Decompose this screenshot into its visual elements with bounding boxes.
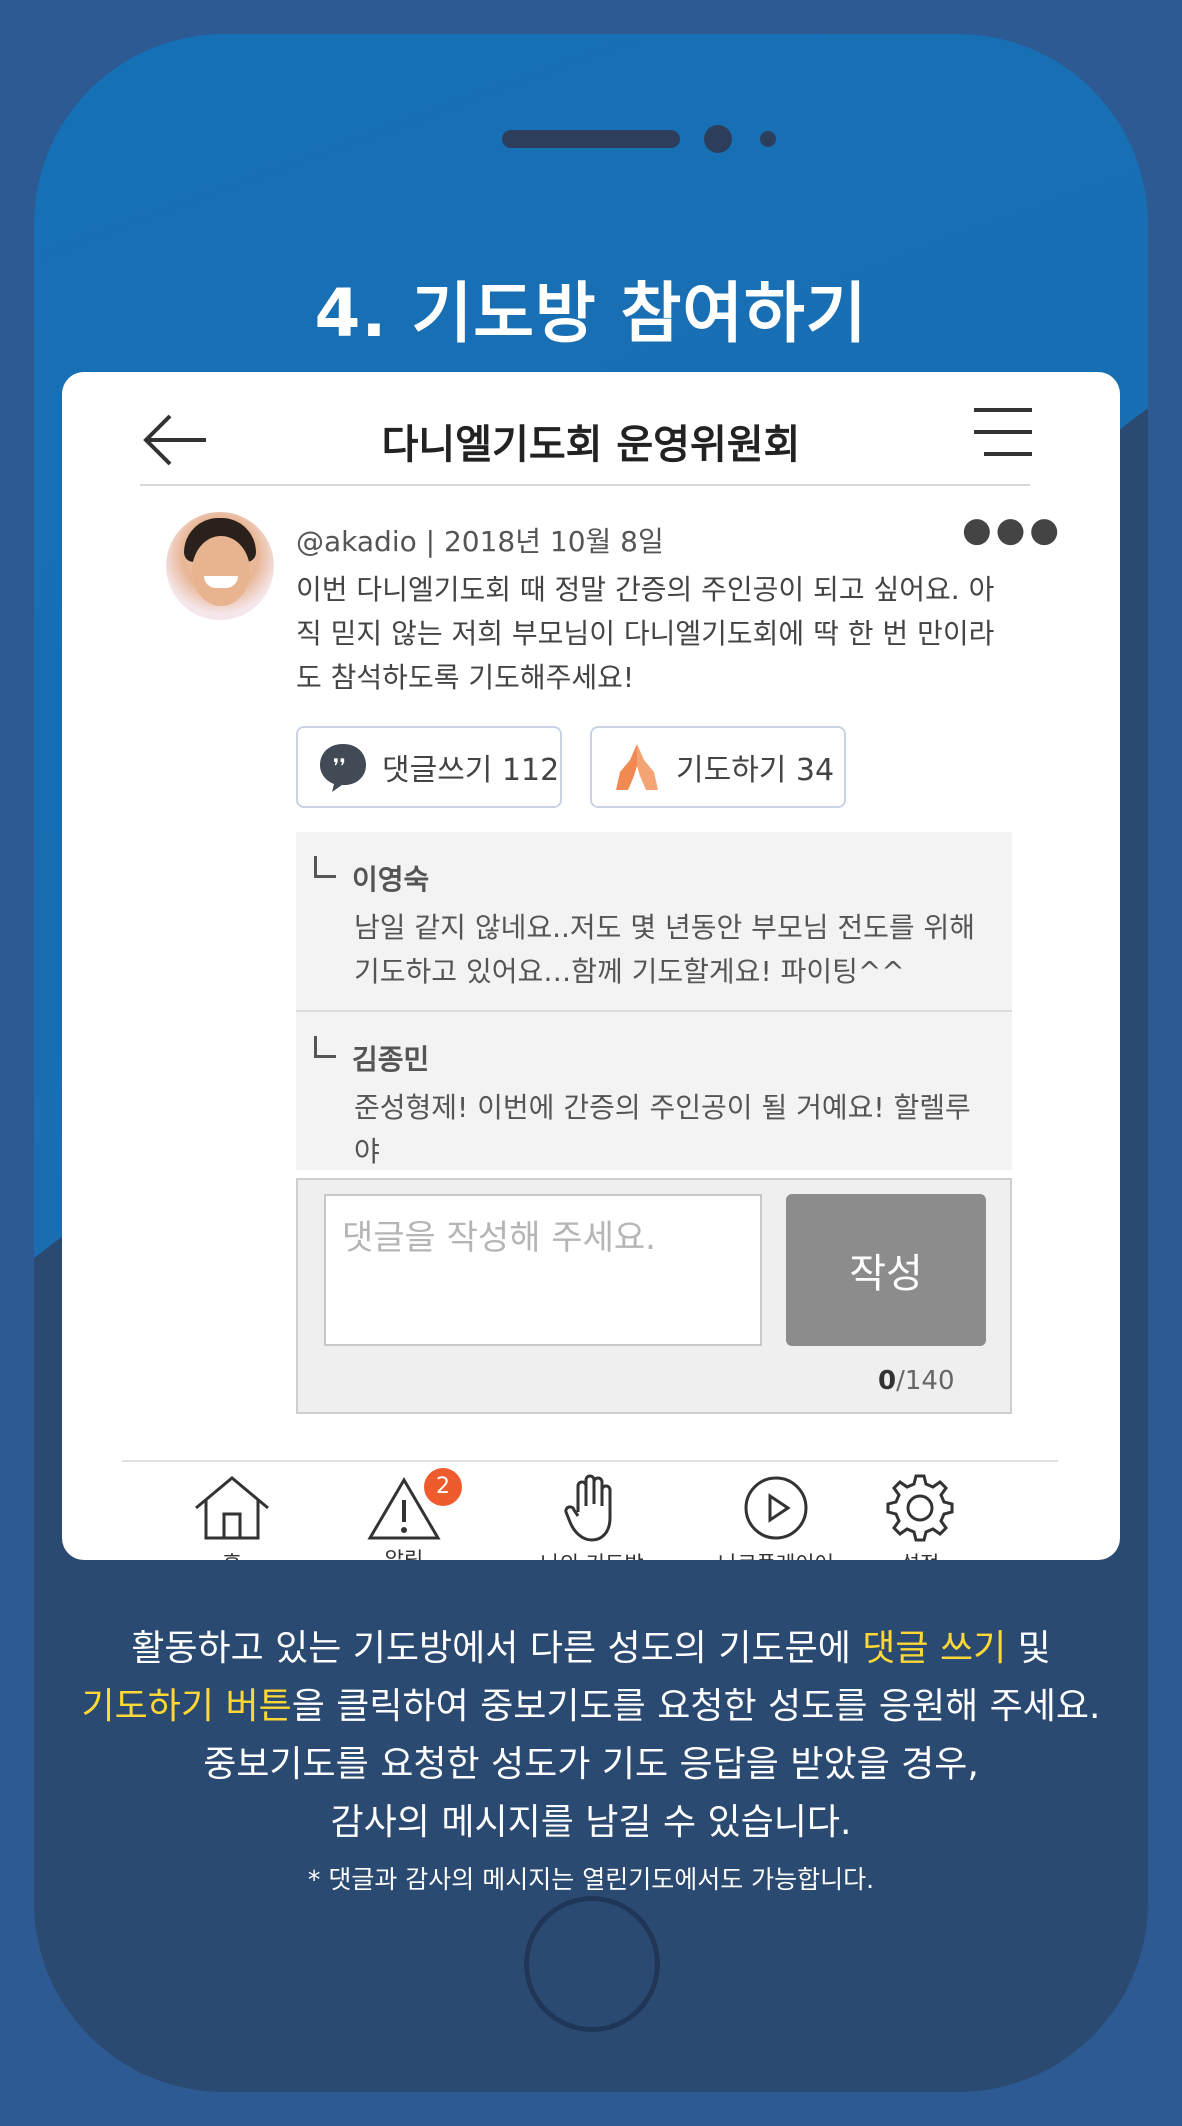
list-item: 김종민 준성형제! 이번에 간증의 주인공이 될 거예요! 할렐루야 [296,1012,1012,1170]
back-arrow-icon[interactable] [140,410,212,470]
reply-arrow-icon [314,1036,336,1058]
comment-button[interactable]: ❜❜ 댓글쓰기 112 [296,726,562,808]
tab-home[interactable]: 홈 [162,1472,302,1560]
pray-button-label: 기도하기 34 [676,753,835,788]
instruction-caption: 활동하고 있는 기도방에서 다른 성도의 기도문에 댓글 쓰기 및 기도하기 버… [34,1620,1148,1896]
reply-arrow-icon [314,856,336,878]
avatar[interactable] [166,512,274,620]
reply-author: 이영숙 [352,863,430,896]
home-icon [195,1476,269,1540]
tab-label: 설정 [850,1548,990,1560]
camera-icon [704,125,732,153]
post-meta: @akadio | 2018년 10월 8일 [296,525,664,558]
char-counter: 0/140 [878,1366,954,1396]
tab-label: 나로플레이어 [676,1548,876,1560]
alert-icon-wrap: 2 [364,1468,462,1544]
svg-text:❜❜: ❜❜ [333,754,346,778]
comment-bubble-icon: ❜❜ [320,744,366,792]
pray-button[interactable]: 기도하기 34 [590,726,846,808]
tab-settings[interactable]: 설정 [850,1472,990,1560]
praying-hands-icon [616,744,658,790]
caption-text: 활동하고 있는 기도방에서 다른 성도의 기도문에 [131,1628,863,1669]
header-divider [140,484,1030,486]
comment-button-label: 댓글쓰기 112 [382,753,560,788]
gear-icon [886,1474,954,1542]
comment-input[interactable] [324,1194,762,1346]
tab-label: 알림 [384,1548,424,1560]
praying-hand-icon [564,1474,612,1542]
sensor-icon [760,131,776,147]
submit-comment-button[interactable]: 작성 [786,1194,986,1346]
post-body: 이번 다니엘기도회 때 정말 간증의 주인공이 되고 싶어요. 아직 믿지 않는… [296,573,995,694]
phone-frame: 4. 기도방 참여하기 다니엘기도회 운영위원회 @akadio | 2018년… [34,34,1148,2092]
notification-badge: 2 [424,1468,462,1506]
caption-highlight: 기도하기 버튼 [81,1686,292,1727]
tab-naro-player[interactable]: 나로플레이어 [676,1472,876,1560]
play-icon [744,1476,808,1540]
speaker-slot [502,130,680,148]
char-max: /140 [896,1366,955,1396]
caption-line-3: 중보기도를 요청한 성도가 기도 응답을 받았을 경우, [203,1744,979,1785]
tab-alert[interactable]: 2 알림 [334,1468,474,1560]
tab-my-prayer-room[interactable]: 나의 기도방 [502,1472,682,1560]
comment-composer: 작성 0/140 [296,1178,1012,1414]
app-screen: 다니엘기도회 운영위원회 @akadio | 2018년 10월 8일 ●●● … [62,372,1120,1560]
caption-text: 및 [1006,1628,1051,1669]
reply-text: 남일 같지 않네요..저도 몇 년동안 부모님 전도를 위해 기도하고 있어요…… [354,911,976,988]
char-count: 0 [878,1366,897,1396]
reply-text: 준성형제! 이번에 간증의 주인공이 될 거예요! 할렐루야 [354,1091,971,1168]
tab-label: 홈 [162,1548,302,1560]
reply-author: 김종민 [352,1043,430,1076]
home-button[interactable] [524,1896,660,2032]
caption-line-2: 기도하기 버튼을 클릭하여 중보기도를 요청한 성도를 응원해 주세요. [34,1678,1148,1736]
caption-line-4: 감사의 메시지를 남길 수 있습니다. [330,1802,852,1843]
caption-text: 을 클릭하여 중보기도를 요청한 성도를 응원해 주세요. [291,1686,1101,1727]
page-title: 4. 기도방 참여하기 [314,275,868,352]
list-item: 이영숙 남일 같지 않네요..저도 몇 년동안 부모님 전도를 위해 기도하고 … [296,832,1012,1012]
tabbar-divider [122,1460,1058,1462]
reply-list: 이영숙 남일 같지 않네요..저도 몇 년동안 부모님 전도를 위해 기도하고 … [296,832,1012,1170]
caption-line-1: 활동하고 있는 기도방에서 다른 성도의 기도문에 댓글 쓰기 및 [34,1620,1148,1678]
tab-label: 나의 기도방 [502,1548,682,1560]
avatar-face [192,536,250,606]
more-options-icon[interactable]: ●●● [962,510,1063,550]
room-title: 다니엘기도회 운영위원회 [381,422,801,468]
caption-highlight: 댓글 쓰기 [862,1628,1007,1669]
menu-icon[interactable] [972,402,1034,462]
caption-note: * 댓글과 감사의 메시지는 열린기도에서도 가능합니다. [307,1865,875,1894]
